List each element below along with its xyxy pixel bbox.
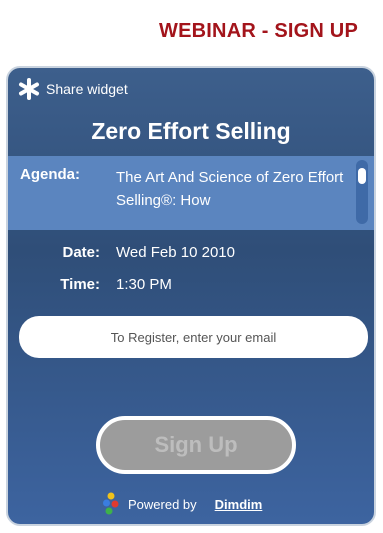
date-label: Date: (62, 244, 100, 261)
agenda-scroll-thumb[interactable] (358, 168, 366, 184)
time-value: 1:30 PM (116, 276, 172, 293)
agenda-label: Agenda: (20, 166, 80, 183)
powered-by: Powered by Dimdim (102, 492, 262, 516)
dimdim-logo-icon (103, 492, 119, 515)
dimdim-link[interactable]: Dimdim (215, 497, 263, 512)
share-widget-label: Share widget (46, 81, 128, 97)
webinar-widget: Share widget Zero Effort Selling Agenda:… (6, 66, 376, 526)
agenda-scrollbar[interactable] (356, 160, 368, 224)
sign-up-button[interactable]: Sign Up (96, 416, 296, 474)
page-title: WEBINAR - SIGN UP (159, 20, 358, 42)
powered-by-label: Powered by (128, 496, 197, 512)
share-widget-link[interactable]: Share widget (18, 78, 128, 100)
asterisk-icon (19, 78, 39, 100)
date-value: Wed Feb 10 2010 (116, 244, 235, 261)
webinar-title: Zero Effort Selling (91, 118, 291, 144)
agenda-section: Agenda: The Art And Science of Zero Effo… (8, 156, 374, 230)
time-label: Time: (60, 276, 100, 293)
page: WEBINAR - SIGN UP Share widget Zero Effo… (0, 0, 383, 533)
email-field[interactable] (19, 316, 368, 358)
agenda-text: The Art And Science of Zero Effort Selli… (116, 169, 344, 209)
